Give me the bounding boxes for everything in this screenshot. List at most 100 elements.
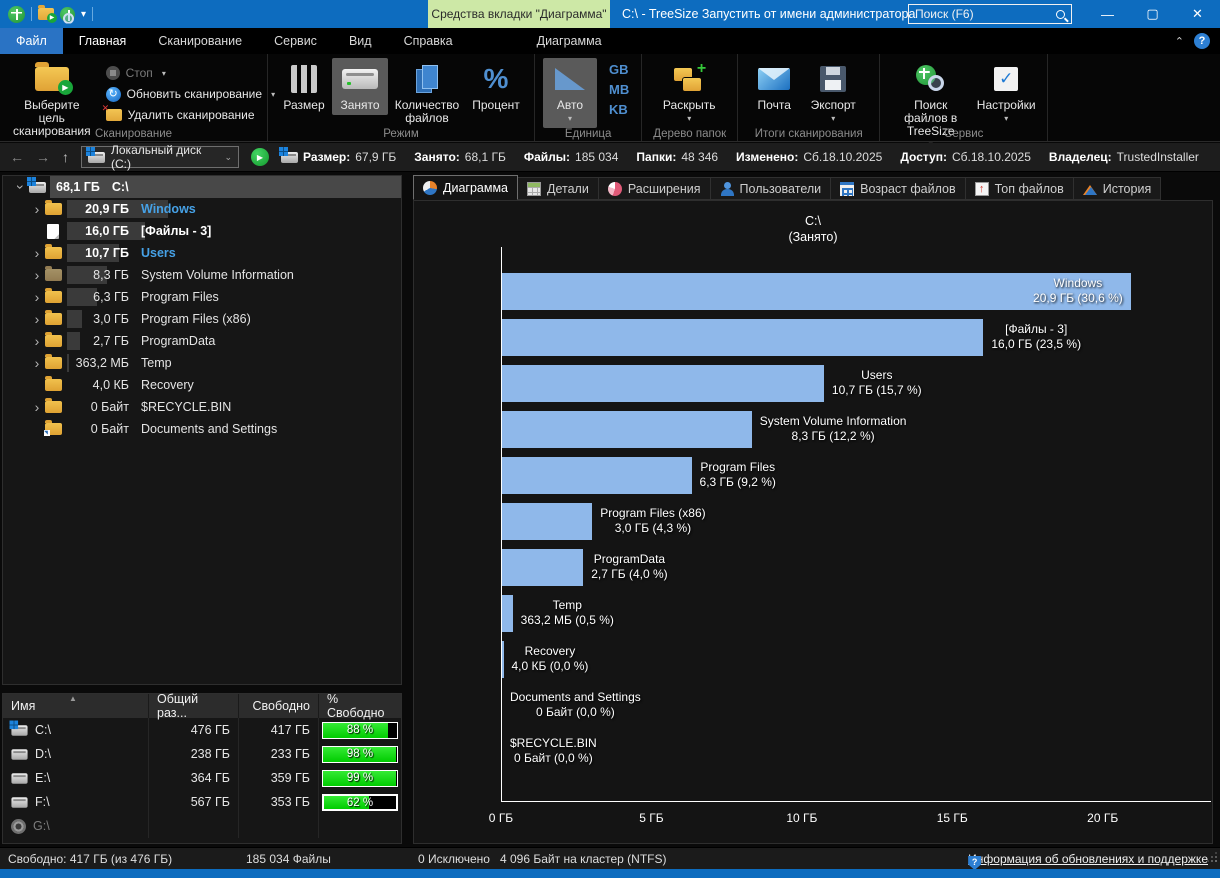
search-input[interactable]: Поиск (F6)	[908, 4, 1072, 24]
chart-bar[interactable]	[502, 549, 583, 586]
mail-button[interactable]: Почта	[746, 58, 802, 115]
button-label: Процент	[472, 99, 520, 112]
remove-scan-button[interactable]: Удалить сканирование	[106, 106, 275, 124]
start-scan-icon[interactable]: ▶	[251, 148, 269, 166]
stop-button[interactable]: Стоп ▾	[106, 64, 275, 82]
axis-tick-label: 5 ГБ	[639, 811, 663, 825]
forward-arrow-icon[interactable]: →	[36, 149, 50, 165]
tree-row[interactable]: 4,0 КБRecovery	[3, 374, 401, 396]
treesize-logo-icon	[916, 65, 936, 85]
collapse-ribbon-icon[interactable]: ⌃	[1175, 35, 1184, 48]
chart-bar[interactable]	[502, 641, 504, 678]
unit-gb-button[interactable]: GB	[605, 60, 633, 79]
view-tab-История[interactable]: История	[1074, 177, 1161, 200]
size-bars-icon	[291, 65, 317, 93]
tree-row[interactable]: ›3,0 ГБProgram Files (x86)	[3, 308, 401, 330]
header-total-size[interactable]: Общий раз...	[149, 694, 239, 718]
expand-chevron-icon[interactable]: ›	[29, 355, 45, 371]
tree-row[interactable]: ›20,9 ГБWindows	[3, 198, 401, 220]
path-combobox[interactable]: Локальный диск (C:) ⌄	[81, 146, 239, 168]
folder-icon	[45, 291, 65, 303]
mode-size-button[interactable]: Размер	[276, 58, 332, 115]
chart-bar[interactable]	[502, 595, 513, 632]
chart-bar[interactable]	[502, 457, 692, 494]
expand-chevron-icon[interactable]: ›	[29, 201, 45, 217]
view-tab-Топ файлов[interactable]: Топ файлов	[966, 177, 1074, 200]
tab-view[interactable]: Вид	[333, 28, 388, 54]
tab-help[interactable]: Справка	[388, 28, 469, 54]
tree-row[interactable]: ›2,7 ГБProgramData	[3, 330, 401, 352]
tab-chart[interactable]: Диаграмма	[521, 28, 618, 54]
drive-row[interactable]: F:\567 ГБ353 ГБ62 %	[3, 790, 401, 814]
item-name: Program Files	[141, 290, 219, 304]
header-free-percent[interactable]: % Свободно	[319, 694, 401, 718]
tab-tools[interactable]: Сервис	[258, 28, 333, 54]
expand-chevron-icon[interactable]: ›	[29, 267, 45, 283]
chart-bar[interactable]	[502, 503, 592, 540]
export-button[interactable]: Экспорт ▾	[802, 58, 864, 128]
unit-auto-button[interactable]: Авто ▾	[543, 58, 597, 128]
back-arrow-icon[interactable]: ←	[10, 149, 24, 165]
folder-icon	[45, 335, 65, 347]
stat-value: 67,9 ГБ	[355, 150, 396, 164]
tree-row[interactable]: ›8,3 ГБSystem Volume Information	[3, 264, 401, 286]
resize-grip[interactable]	[1207, 852, 1217, 862]
drive-row[interactable]: C:\476 ГБ417 ГБ88 %	[3, 718, 401, 742]
item-size: 363,2 МБ	[65, 356, 129, 370]
tree-row[interactable]: 16,0 ГБ[Файлы - 3]	[3, 220, 401, 242]
bar-value: 10,7 ГБ (15,7 %)	[832, 383, 922, 398]
item-size: 8,3 ГБ	[65, 268, 129, 282]
tree-row[interactable]: ›6,3 ГБProgram Files	[3, 286, 401, 308]
unit-mb-button[interactable]: MB	[605, 80, 633, 99]
tree-row[interactable]: ›363,2 МБTemp	[3, 352, 401, 374]
expand-chevron-icon[interactable]: ›	[29, 245, 45, 261]
drive-row[interactable]: E:\364 ГБ359 ГБ99 %	[3, 766, 401, 790]
tab-home[interactable]: Главная	[63, 28, 143, 54]
maximize-button[interactable]: ▢	[1130, 0, 1175, 28]
mode-allocated-button[interactable]: Занято	[332, 58, 388, 115]
options-button[interactable]: Настройки ▾	[973, 58, 1039, 128]
bar-value: 3,0 ГБ (4,3 %)	[600, 521, 705, 536]
view-tab-Диаграмма[interactable]: Диаграмма	[413, 175, 518, 200]
stat-value: Сб.18.10.2025	[803, 150, 882, 164]
update-info-link[interactable]: Информация об обновлениях и поддержке	[968, 852, 1208, 866]
view-tab-Возраст файлов[interactable]: Возраст файлов	[831, 177, 965, 200]
tree-row[interactable]: ›10,7 ГБUsers	[3, 242, 401, 264]
treesize-search-icon[interactable]	[60, 7, 75, 22]
view-tab-Пользователи[interactable]: Пользователи	[711, 177, 832, 200]
header-free[interactable]: Свободно	[239, 694, 319, 718]
tree-row-root[interactable]: › 68,1 ГБ C:\	[3, 176, 401, 198]
tree-row[interactable]: 0 БайтDocuments and Settings	[3, 418, 401, 440]
chart-bar[interactable]: Windows20,9 ГБ (30,6 %)	[502, 273, 1131, 310]
expand-chevron-icon[interactable]: ›	[29, 311, 45, 327]
tree-row[interactable]: ›0 Байт$RECYCLE.BIN	[3, 396, 401, 418]
expand-chevron-icon[interactable]: ›	[29, 289, 45, 305]
chart-bar[interactable]	[502, 411, 752, 448]
drive-row[interactable]: G:\	[3, 814, 401, 838]
view-tab-Детали[interactable]: Детали	[518, 177, 599, 200]
refresh-scan-button[interactable]: ↻ Обновить сканирование ▾	[106, 85, 275, 103]
close-button[interactable]: ✕	[1175, 0, 1220, 28]
drive-row[interactable]: D:\238 ГБ233 ГБ98 %	[3, 742, 401, 766]
up-arrow-icon[interactable]: ↑	[62, 149, 69, 165]
expand-button[interactable]: + Раскрыть ▾	[650, 58, 728, 128]
chart-bar[interactable]	[502, 365, 824, 402]
window-title: C:\ - TreeSize Запустить от имени админи…	[622, 0, 915, 28]
mode-file-count-button[interactable]: Количество файлов	[388, 58, 466, 128]
mode-percent-button[interactable]: % Процент	[466, 58, 526, 115]
scan-folder-icon[interactable]	[38, 8, 54, 20]
minimize-button[interactable]: —	[1085, 0, 1130, 28]
chart-bar[interactable]	[502, 319, 983, 356]
view-tab-Расширения[interactable]: Расширения	[599, 177, 711, 200]
expand-chevron-icon[interactable]: ›	[29, 333, 45, 349]
expand-chevron-icon[interactable]: ›	[29, 399, 45, 415]
unit-kb-button[interactable]: KB	[605, 100, 633, 119]
tab-file[interactable]: Файл	[0, 28, 63, 54]
group-label: Итоги сканирования	[738, 128, 879, 140]
tab-scan[interactable]: Сканирование	[142, 28, 258, 54]
qat-dropdown-icon[interactable]: ▾	[81, 9, 86, 20]
scan-stat: Файлы:185 034	[524, 150, 619, 164]
header-name[interactable]: Имя▲	[3, 694, 149, 718]
help-icon[interactable]: ?	[1194, 33, 1210, 49]
group-label: Режим	[268, 128, 534, 140]
